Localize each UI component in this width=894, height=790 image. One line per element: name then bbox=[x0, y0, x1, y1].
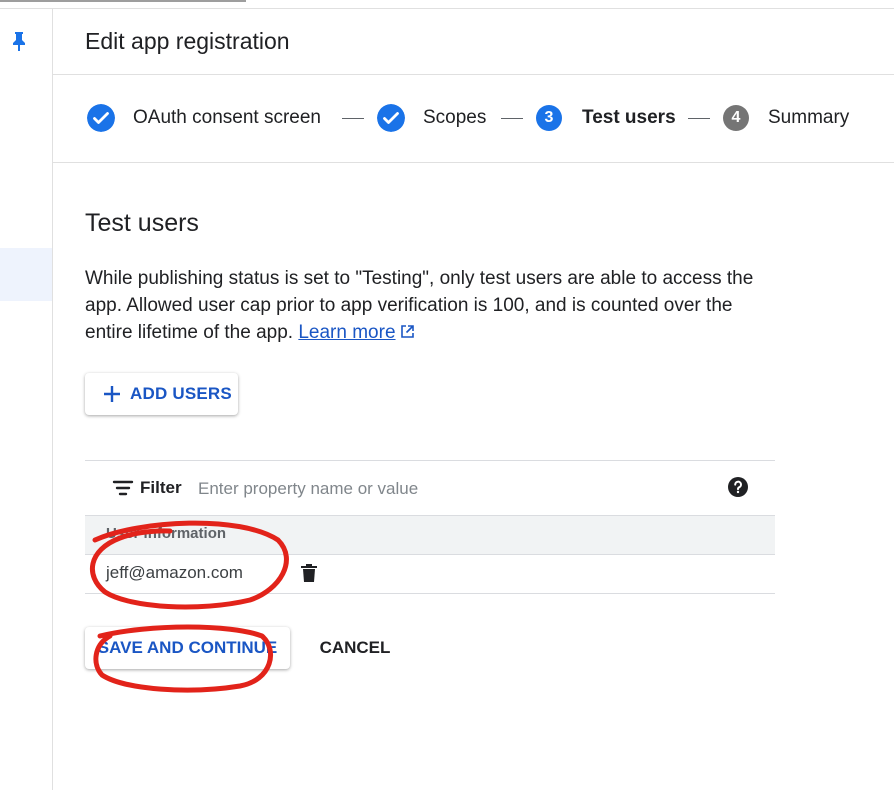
left-rail-selected-item[interactable] bbox=[0, 248, 52, 301]
step-test-users[interactable]: Test users bbox=[582, 107, 676, 129]
section-title: Test users bbox=[85, 209, 199, 237]
section-description: While publishing status is set to "Testi… bbox=[85, 265, 785, 346]
save-and-continue-button[interactable]: SAVE AND CONTINUE bbox=[85, 627, 290, 669]
step-connector bbox=[688, 118, 710, 119]
step-connector bbox=[501, 118, 523, 119]
trash-icon[interactable] bbox=[300, 563, 318, 583]
plus-icon bbox=[104, 386, 120, 402]
check-circle-icon bbox=[377, 104, 405, 132]
add-users-button[interactable]: ADD USERS bbox=[85, 373, 238, 415]
page-title: Edit app registration bbox=[85, 28, 290, 54]
step-oauth-consent-screen[interactable]: OAuth consent screen bbox=[133, 107, 321, 129]
help-icon[interactable] bbox=[728, 477, 748, 497]
header-divider bbox=[53, 74, 894, 75]
left-rail-divider bbox=[52, 8, 53, 790]
step-connector bbox=[342, 118, 364, 119]
table-header: User information bbox=[85, 515, 775, 555]
stepper-divider bbox=[53, 162, 894, 163]
table-row-divider bbox=[85, 593, 775, 594]
step-number-4: 4 bbox=[723, 105, 749, 131]
description-text: While publishing status is set to "Testi… bbox=[85, 268, 754, 343]
external-link-icon[interactable] bbox=[400, 324, 415, 339]
save-label: SAVE AND CONTINUE bbox=[97, 638, 278, 657]
table-top-border bbox=[85, 460, 775, 461]
top-scrollbar[interactable] bbox=[0, 0, 246, 2]
column-header-user-information[interactable]: User information bbox=[106, 525, 226, 542]
cancel-button[interactable]: CANCEL bbox=[305, 627, 405, 669]
filter-icon[interactable] bbox=[112, 480, 134, 496]
top-divider bbox=[0, 8, 894, 9]
step-scopes[interactable]: Scopes bbox=[423, 107, 486, 129]
add-users-label: ADD USERS bbox=[130, 384, 232, 403]
table-row-email: jeff@amazon.com bbox=[106, 563, 243, 582]
step-number-3: 3 bbox=[536, 105, 562, 131]
check-circle-icon bbox=[87, 104, 115, 132]
filter-label: Filter bbox=[140, 478, 182, 497]
learn-more-link[interactable]: Learn more bbox=[298, 322, 395, 343]
cancel-label: CANCEL bbox=[319, 638, 391, 657]
pin-icon[interactable] bbox=[9, 30, 29, 52]
filter-input[interactable] bbox=[196, 474, 700, 504]
step-summary[interactable]: Summary bbox=[768, 107, 849, 129]
